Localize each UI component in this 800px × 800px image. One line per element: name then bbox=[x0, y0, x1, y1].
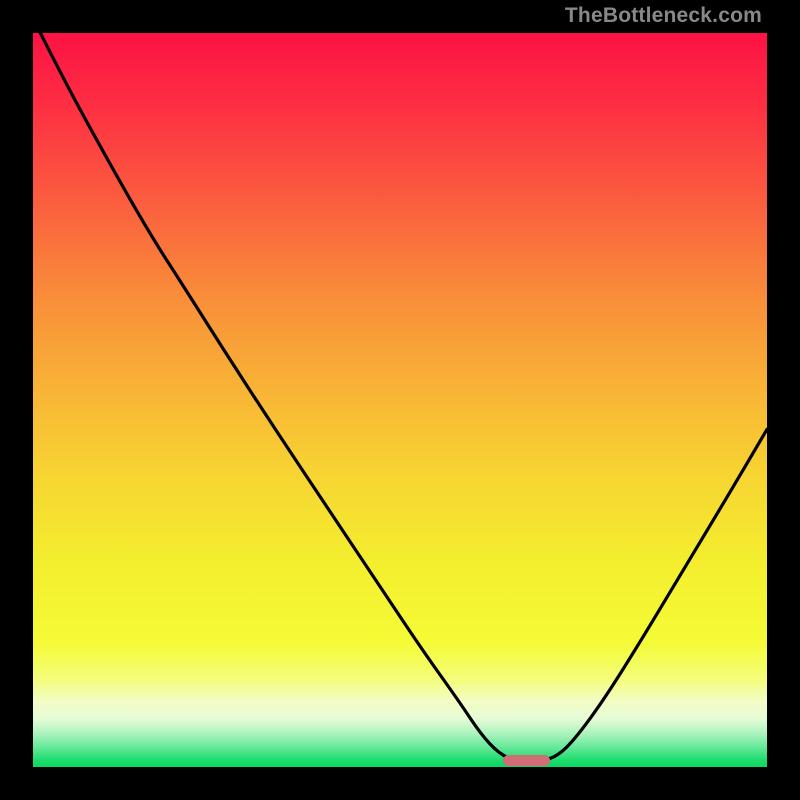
optimal-marker bbox=[503, 755, 551, 766]
plot-area bbox=[33, 33, 767, 767]
watermark-text: TheBottleneck.com bbox=[565, 4, 762, 28]
curve-layer bbox=[33, 33, 767, 767]
bottleneck-curve bbox=[33, 33, 767, 762]
chart-frame: TheBottleneck.com bbox=[0, 0, 800, 800]
